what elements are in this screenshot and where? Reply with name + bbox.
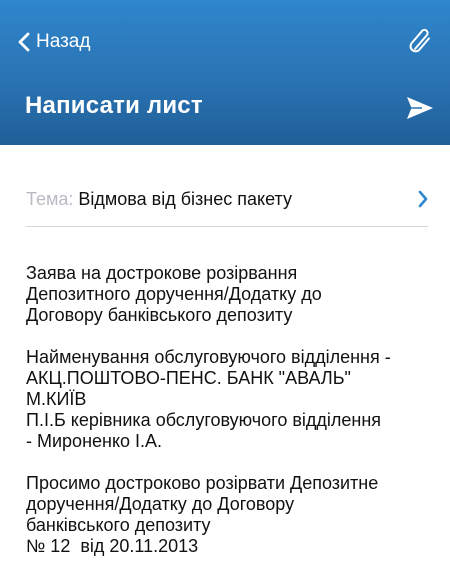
subject-label: Тема: [26, 189, 74, 209]
body-paragraph: Найменування обслуговуючого відділення -… [26, 347, 444, 452]
subject-value: Відмова від бізнес пакету [78, 189, 292, 209]
subject-text: Тема: Відмова від бізнес пакету [26, 188, 292, 210]
body-paragraph: Заява на дострокове розірвання Депозитно… [26, 263, 444, 326]
subject-divider [26, 226, 428, 227]
send-button[interactable] [406, 96, 434, 125]
body-line: доручення/Додатку до Договору [26, 494, 295, 514]
message-body[interactable]: Заява на дострокове розірвання Депозитно… [26, 263, 444, 578]
body-line: Договору банківського депозиту [26, 305, 293, 325]
page-title: Написати лист [25, 92, 203, 119]
body-line: № 12 від 20.11.2013 [26, 536, 199, 556]
app-header: Назад Написати лист [0, 0, 450, 145]
subject-row[interactable]: Тема: Відмова від бізнес пакету [26, 181, 428, 225]
chevron-left-icon [18, 32, 30, 52]
send-icon [406, 97, 434, 124]
body-line: Найменування обслуговуючого відділення - [26, 347, 391, 367]
body-paragraph: Просимо достроково розірвати Депозитне д… [26, 473, 444, 557]
back-label: Назад [36, 31, 91, 52]
body-line: АКЦ.ПОШТОВО-ПЕНС. БАНК "АВАЛЬ" [26, 368, 351, 388]
body-line: Заява на дострокове розірвання [26, 263, 298, 283]
back-button[interactable]: Назад [18, 31, 90, 53]
body-line: П.І.Б керівника обслуговуючого відділенн… [26, 410, 382, 430]
body-line: банківського депозиту [26, 515, 211, 535]
body-line: - Мироненко І.А. [26, 431, 163, 451]
body-line: Просимо достроково розірвати Депозитне [26, 473, 379, 493]
body-line: М.КИЇВ [26, 389, 87, 409]
attach-button[interactable] [408, 27, 434, 60]
body-line: Депозитного доручення/Додатку до [26, 284, 322, 304]
paperclip-icon [408, 28, 434, 59]
chevron-right-icon [418, 190, 428, 213]
